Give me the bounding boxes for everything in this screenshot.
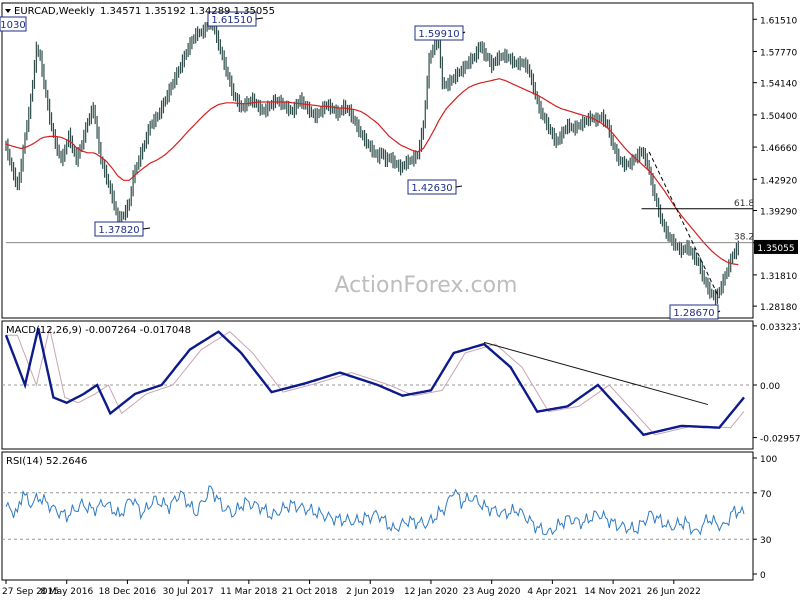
fib-61-8-label: 61.8	[734, 199, 754, 209]
rsi-title: RSI(14) 52.2646	[6, 456, 87, 467]
x-tick-label: 8 May 2016	[40, 587, 93, 597]
price-y-tick-label: 1.31810	[760, 272, 797, 282]
price-y-tick-label: 1.57770	[760, 48, 797, 58]
x-tick-label: 11 Mar 2018	[220, 587, 277, 597]
x-tick-label: 12 Jan 2020	[404, 587, 458, 597]
macd-y-tick-label: 0.00	[760, 382, 780, 392]
x-tick-label: 21 Oct 2018	[282, 587, 338, 597]
price-y-tick-label: 1.61510	[760, 16, 797, 26]
price-y-tick-label: 1.42920	[760, 176, 797, 186]
price-y-tick-label: 1.50400	[760, 112, 797, 122]
chart-canvas: ActionForex.com 61.8 38.2 1030 1.61510 1.599…	[0, 2, 800, 597]
macd-y-tick-label: 0.033237	[760, 323, 800, 333]
macd-y-tick-label: -0.029573	[760, 435, 800, 445]
price-title: EURCAD,Weekly	[14, 6, 95, 17]
watermark: ActionForex.com	[335, 273, 518, 298]
ohlc-values: 1.34571 1.35192 1.34289 1.35055	[100, 6, 275, 17]
price-y-tick-label: 1.28180	[760, 303, 797, 313]
price-y-tick-label: 1.39290	[760, 208, 797, 218]
last-price-label: 1.35055	[757, 244, 794, 254]
x-tick-label: 2 Jun 2019	[346, 587, 395, 597]
rsi-panel	[1, 451, 754, 581]
x-tick-label: 4 Apr 2021	[527, 587, 577, 597]
callout-high-2020: 1.59910	[418, 29, 459, 40]
x-tick-label: 18 Dec 2016	[99, 587, 157, 597]
x-tick-label: 26 Jun 2022	[647, 587, 701, 597]
x-tick-label: 14 Nov 2021	[584, 587, 642, 597]
rsi-y-tick-label: 0	[760, 571, 766, 581]
fib-38-2-label: 38.2	[734, 233, 754, 243]
callout-low-2019: 1.42630	[411, 183, 452, 194]
x-tick-label: 30 Jul 2017	[163, 587, 214, 597]
price-y-tick-label: 1.46660	[760, 144, 797, 154]
rsi-y-tick-label: 70	[760, 490, 772, 500]
price-y-tick-label: 1.54140	[760, 80, 797, 90]
callout-low-2022: 1.28670	[673, 308, 714, 319]
chart-window: ActionForex.com 61.8 38.2 1030 1.61510 1.599…	[0, 0, 800, 600]
macd-title: MACD(12,26,9) -0.007264 -0.017048	[6, 325, 191, 336]
rsi-y-tick-label: 100	[760, 455, 777, 465]
callout-left: 1030	[0, 20, 25, 31]
rsi-y-tick-label: 30	[760, 536, 772, 546]
x-tick-label: 23 Aug 2020	[463, 587, 521, 597]
callout-low-2016: 1.37820	[98, 225, 139, 236]
